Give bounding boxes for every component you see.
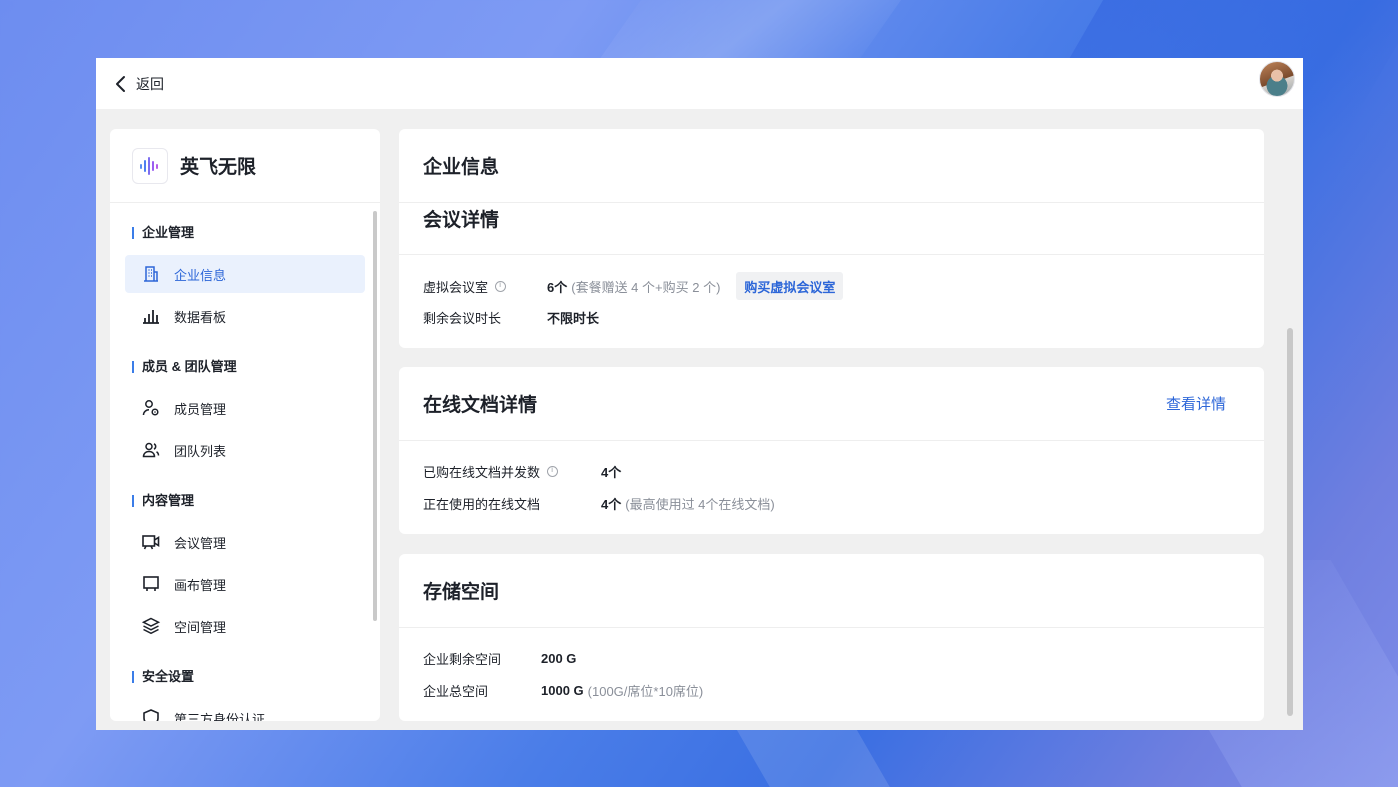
storage-card: 存储空间 企业剩余空间 200 G 企业总空间 1000 G (100G/席位*… bbox=[399, 554, 1264, 721]
app-window: 返回 英飞无限 企业管理 企业信息 数据看板 成员 & 团队管理 成员管理 团队… bbox=[96, 58, 1303, 730]
sidebar-item-third-party-auth[interactable]: 第三方身份认证 bbox=[125, 699, 365, 721]
storage-total-label: 企业总空间 bbox=[423, 683, 489, 699]
main-content: 企业信息 会议详情 虚拟会议室 6个 (套餐赠送 4 个+购买 2 个) 购买虚… bbox=[399, 129, 1264, 730]
layers-icon bbox=[141, 617, 161, 635]
main-scrollbar[interactable] bbox=[1287, 328, 1293, 716]
card-header: 存储空间 bbox=[399, 554, 1264, 628]
sidebar-item-label: 会议管理 bbox=[174, 535, 227, 551]
sidebar-item-enterprise-info[interactable]: 企业信息 bbox=[125, 255, 365, 293]
sidebar-item-label: 成员管理 bbox=[174, 401, 227, 417]
sidebar-scrollbar[interactable] bbox=[373, 211, 377, 621]
sidebar-item-label: 数据看板 bbox=[174, 309, 227, 325]
sidebar-item-label: 空间管理 bbox=[174, 619, 227, 635]
video-camera-icon bbox=[142, 535, 160, 550]
sidebar-item-spaces[interactable]: 空间管理 bbox=[125, 607, 365, 645]
storage-total-row: 企业总空间 1000 G (100G/席位*10席位) bbox=[399, 674, 1264, 706]
storage-remaining-value: 200 G bbox=[541, 650, 577, 666]
info-icon[interactable] bbox=[547, 465, 559, 477]
avatar[interactable] bbox=[1259, 61, 1295, 97]
buy-virtual-room-button[interactable]: 购买虚拟会议室 bbox=[736, 272, 844, 300]
meeting-details-header: 会议详情 bbox=[399, 203, 1264, 255]
meeting-details-title: 会议详情 bbox=[423, 210, 500, 231]
view-details-link[interactable]: 查看详情 bbox=[1166, 393, 1226, 414]
canvas-icon bbox=[143, 576, 159, 591]
sidebar-item-meetings[interactable]: 会议管理 bbox=[125, 523, 365, 561]
sidebar-item-teams[interactable]: 团队列表 bbox=[125, 431, 365, 469]
section-title-members: 成员 & 团队管理 bbox=[110, 357, 380, 377]
storage-remaining-row: 企业剩余空间 200 G bbox=[399, 642, 1264, 674]
brand: 英飞无限 bbox=[110, 129, 380, 203]
sidebar-item-canvas[interactable]: 画布管理 bbox=[125, 565, 365, 603]
storage-total-note: (100G/席位*10席位) bbox=[587, 683, 704, 699]
info-icon[interactable] bbox=[495, 280, 507, 292]
sidebar-item-label: 团队列表 bbox=[174, 443, 227, 459]
building-icon bbox=[144, 266, 158, 282]
card-header: 企业信息 bbox=[399, 129, 1264, 203]
storage-total-value: 1000 G bbox=[541, 682, 584, 698]
page-title: 企业信息 bbox=[423, 157, 500, 178]
online-docs-title: 在线文档详情 bbox=[423, 395, 538, 416]
docs-concurrency-label: 已购在线文档并发数 bbox=[423, 464, 541, 480]
section-title-security: 安全设置 bbox=[110, 667, 380, 687]
sidebar-item-label: 企业信息 bbox=[174, 267, 227, 283]
sidebar-item-members[interactable]: 成员管理 bbox=[125, 389, 365, 427]
docs-in-use-note: (最高使用过 4个在线文档) bbox=[625, 496, 775, 512]
back-label: 返回 bbox=[136, 75, 164, 92]
user-settings-icon bbox=[142, 400, 159, 416]
enterprise-info-card: 企业信息 会议详情 虚拟会议室 6个 (套餐赠送 4 个+购买 2 个) 购买虚… bbox=[399, 129, 1264, 348]
brand-logo-icon bbox=[132, 147, 168, 184]
remaining-time-row: 剩余会议时长 不限时长 bbox=[399, 301, 1264, 333]
virtual-room-label: 虚拟会议室 bbox=[423, 279, 489, 295]
storage-remaining-label: 企业剩余空间 bbox=[423, 651, 502, 667]
section-title-content: 内容管理 bbox=[110, 491, 380, 511]
virtual-room-row: 虚拟会议室 6个 (套餐赠送 4 个+购买 2 个) 购买虚拟会议室 bbox=[399, 271, 1264, 301]
virtual-room-value: 6个 bbox=[547, 279, 568, 295]
shield-icon bbox=[143, 709, 159, 721]
section-title-enterprise: 企业管理 bbox=[110, 223, 380, 243]
docs-in-use-value: 4个 bbox=[601, 496, 622, 512]
docs-in-use-row: 正在使用的在线文档 4个 (最高使用过 4个在线文档) bbox=[399, 487, 1264, 519]
docs-concurrency-row: 已购在线文档并发数 4个 bbox=[399, 455, 1264, 487]
brand-name: 英飞无限 bbox=[180, 157, 257, 178]
storage-title: 存储空间 bbox=[423, 582, 500, 603]
back-button[interactable]: 返回 bbox=[114, 74, 164, 94]
top-bar: 返回 bbox=[96, 58, 1303, 109]
sidebar-item-dashboard[interactable]: 数据看板 bbox=[125, 297, 365, 335]
online-docs-card: 在线文档详情 查看详情 已购在线文档并发数 4个 正在使用的在线文档 4个 (最… bbox=[399, 367, 1264, 534]
docs-in-use-label: 正在使用的在线文档 bbox=[423, 496, 541, 512]
card-header: 在线文档详情 查看详情 bbox=[399, 367, 1264, 441]
docs-concurrency-value: 4个 bbox=[601, 464, 622, 480]
virtual-room-note: (套餐赠送 4 个+购买 2 个) bbox=[571, 279, 721, 295]
remaining-time-value: 不限时长 bbox=[547, 310, 600, 326]
sidebar-item-label: 第三方身份认证 bbox=[174, 711, 266, 722]
team-icon bbox=[142, 442, 160, 458]
sidebar-item-label: 画布管理 bbox=[174, 577, 227, 593]
chevron-left-icon bbox=[116, 75, 125, 92]
remaining-time-label: 剩余会议时长 bbox=[423, 310, 502, 326]
bar-chart-icon bbox=[143, 310, 159, 324]
sidebar: 英飞无限 企业管理 企业信息 数据看板 成员 & 团队管理 成员管理 团队列表 … bbox=[110, 129, 380, 721]
